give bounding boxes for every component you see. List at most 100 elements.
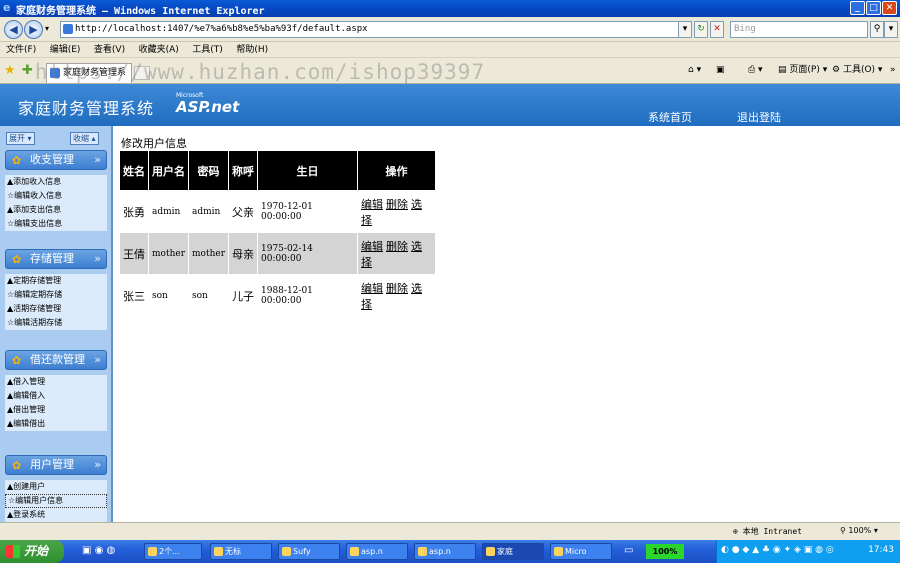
sidebar-item[interactable]: ▲借出管理 <box>5 403 107 417</box>
language-icon[interactable]: ▭ <box>624 545 633 556</box>
taskbar-label: Micro <box>565 547 587 556</box>
edit-link[interactable]: 编辑 <box>361 198 383 211</box>
taskbar-button[interactable]: 2个... <box>144 543 202 560</box>
sidebar-item[interactable]: ▲编辑借入 <box>5 389 107 403</box>
taskbar-button[interactable]: asp.n <box>414 543 476 560</box>
search-input[interactable]: Bing <box>730 21 868 38</box>
menu-favorites[interactable]: 收藏夹(A) <box>139 42 179 58</box>
delete-link[interactable]: 删除 <box>386 240 408 253</box>
sidebar-item[interactable]: ▲编辑借出 <box>5 417 107 431</box>
sidebar-item[interactable]: ▲活期存储管理 <box>5 302 107 316</box>
cell-title: 母亲 <box>228 232 258 275</box>
section-user: ✿ 用户管理 » ▲创建用户 ☆编辑用户信息 ▲登录系统 <box>5 455 107 522</box>
tab-page-icon <box>50 68 60 78</box>
menu-help[interactable]: 帮助(H) <box>236 42 268 58</box>
sidebar-item[interactable]: ▲创建用户 <box>5 480 107 494</box>
search-options-icon[interactable]: ▾ <box>884 21 898 38</box>
taskbar-label: asp.n <box>361 547 383 556</box>
cell-name: 张三 <box>119 274 149 317</box>
minimize-button[interactable]: _ <box>850 1 865 15</box>
expand-all-button[interactable]: 展开 ▾ <box>6 132 35 145</box>
sidebar-item[interactable]: ▲添加支出信息 <box>5 203 107 217</box>
section-deposit: ✿ 存储管理 » ▲定期存储管理 ☆编辑定期存储 ▲活期存储管理 ☆编辑活期存储 <box>5 249 107 330</box>
cell-title: 儿子 <box>228 274 258 317</box>
chevron-icon: » <box>94 252 101 265</box>
zoom-control[interactable]: ⚲ 100% ▾ <box>840 526 878 535</box>
section-user-header[interactable]: ✿ 用户管理 » <box>5 455 107 475</box>
menu-edit[interactable]: 编辑(E) <box>50 42 81 58</box>
close-button[interactable]: ✕ <box>882 1 897 15</box>
sidebar-item[interactable]: ☆编辑活期存储 <box>5 316 107 330</box>
taskbar-app-icon <box>214 547 223 556</box>
new-tab-button[interactable] <box>134 66 150 80</box>
home-icon[interactable]: ⌂ ▾ <box>688 63 701 77</box>
menu-view[interactable]: 查看(V) <box>94 42 125 58</box>
column-header: 用户名 <box>148 150 189 191</box>
taskbar-button-active[interactable]: 家庭 <box>482 543 544 560</box>
add-favorite-icon[interactable]: ✚ <box>22 63 33 78</box>
cell-username: mother <box>148 232 189 275</box>
chevron-icon: » <box>94 153 101 166</box>
sidebar-item[interactable]: ▲添加收入信息 <box>5 175 107 189</box>
zoom-label: 100% <box>848 526 872 535</box>
page-menu[interactable]: ▤ 页面(P) ▾ <box>778 63 827 77</box>
history-dropdown-icon[interactable]: ▾ <box>45 24 49 33</box>
refresh-icon[interactable]: ↻ <box>694 21 708 38</box>
collapse-all-button[interactable]: 收缩 ▴ <box>70 132 99 145</box>
sidebar-item-selected[interactable]: ☆编辑用户信息 <box>5 494 107 508</box>
section-loan-header[interactable]: ✿ 借还款管理 » <box>5 350 107 370</box>
sidebar-item[interactable]: ▲借入管理 <box>5 375 107 389</box>
address-toolbar: ◀ ▶ ▾ http://localhost:1407/%e7%a6%b8%e5… <box>0 17 900 42</box>
taskbar-button[interactable]: 无标 <box>210 543 272 560</box>
section-income-header[interactable]: ✿ 收支管理 » <box>5 150 107 170</box>
sidebar-item[interactable]: ☆编辑定期存储 <box>5 288 107 302</box>
delete-link[interactable]: 删除 <box>386 282 408 295</box>
cell-username: admin <box>148 190 189 233</box>
sidebar-item[interactable]: ▲登录系统 <box>5 508 107 522</box>
cell-birthday: 1975-02-14 00:00:00 <box>257 232 358 275</box>
column-header: 姓名 <box>119 150 149 191</box>
forward-button[interactable]: ▶ <box>24 20 43 39</box>
print-icon[interactable]: ⎙ ▾ <box>748 63 763 77</box>
menu-tools[interactable]: 工具(T) <box>192 42 223 58</box>
cell-password: son <box>188 274 229 317</box>
more-chevron-icon[interactable]: » <box>890 63 896 77</box>
edit-link[interactable]: 编辑 <box>361 240 383 253</box>
section-deposit-header[interactable]: ✿ 存储管理 » <box>5 249 107 269</box>
taskbar-label: 家庭 <box>497 547 513 556</box>
start-label: 开始 <box>24 544 49 558</box>
nav-logout-link[interactable]: 退出登陆 <box>737 109 781 125</box>
address-input[interactable]: http://localhost:1407/%e7%a6%b8%e5%ba%93… <box>60 21 690 38</box>
expand-label: 展开 <box>9 134 25 143</box>
section-icon: ✿ <box>12 459 22 472</box>
security-zone[interactable]: ⊕ 本地 Intranet <box>733 526 802 537</box>
address-dropdown-icon[interactable]: ▾ <box>678 21 692 38</box>
taskbar-button[interactable]: Micro <box>550 543 612 560</box>
back-button[interactable]: ◀ <box>4 20 23 39</box>
app-title: 家庭财务管理系统 <box>18 99 155 118</box>
feeds-icon[interactable]: ▣ <box>716 63 725 77</box>
edit-link[interactable]: 编辑 <box>361 282 383 295</box>
tools-menu[interactable]: ⚙ 工具(O) ▾ <box>832 63 882 77</box>
status-bar: ⊕ 本地 Intranet ⚲ 100% ▾ <box>0 522 900 540</box>
sidebar-item[interactable]: ☆编辑收入信息 <box>5 189 107 203</box>
taskbar-button[interactable]: asp.n <box>346 543 408 560</box>
maximize-button[interactable]: □ <box>866 1 881 15</box>
tab-home[interactable]: 家庭财务管理系统 <box>46 63 132 96</box>
stop-icon[interactable]: ✕ <box>710 21 724 38</box>
quicklaunch-icons[interactable]: ▣ ◉ ◍ <box>82 545 115 556</box>
sidebar-item[interactable]: ☆编辑支出信息 <box>5 217 107 231</box>
nav-home-link[interactable]: 系统首页 <box>648 109 692 125</box>
delete-link[interactable]: 删除 <box>386 198 408 211</box>
menu-file[interactable]: 文件(F) <box>6 42 36 58</box>
taskbar-button[interactable]: Sufy <box>278 543 340 560</box>
search-icon[interactable]: ⚲ <box>870 21 884 38</box>
tray-icons[interactable]: ◐ ● ◆ ▲ ♣ ◉ ✦ ◈ ▣ ◍ ◎ <box>721 545 834 555</box>
start-button[interactable]: 开始 <box>0 540 64 563</box>
sidebar-item[interactable]: ▲定期存储管理 <box>5 274 107 288</box>
taskbar-app-icon <box>350 547 359 556</box>
section-icon: ✿ <box>12 154 22 167</box>
cell-title: 父亲 <box>228 190 258 233</box>
favorites-star-icon[interactable]: ★ <box>4 63 16 78</box>
page-icon <box>63 24 73 34</box>
